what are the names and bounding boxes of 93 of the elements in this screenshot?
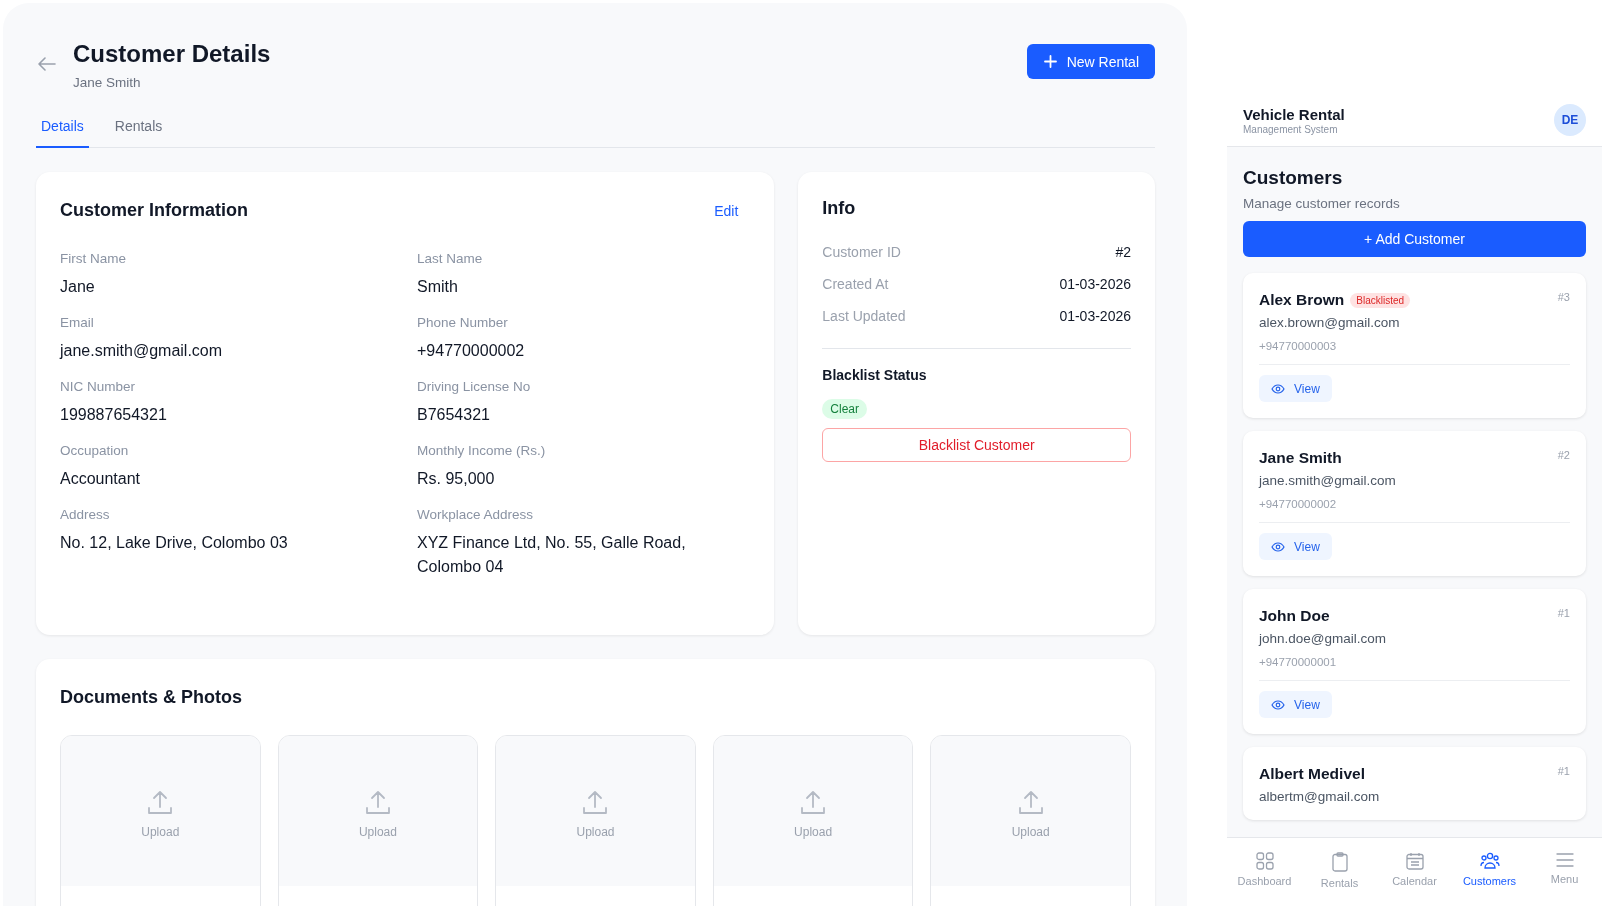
status-badge: Clear [822, 399, 867, 419]
user-avatar[interactable]: DE [1554, 104, 1586, 136]
blacklist-customer-button[interactable]: Blacklist Customer [822, 428, 1131, 462]
eye-icon [1271, 541, 1285, 552]
info-label: Created At [822, 275, 889, 294]
customer-phone: +94770000002 [1259, 498, 1338, 510]
upload-label: Upload [794, 825, 833, 839]
grid-icon [1255, 852, 1274, 870]
view-button[interactable]: View [1259, 375, 1332, 402]
field-value: Smith [417, 277, 459, 297]
upload-icon [581, 789, 610, 817]
field-value: Jane [60, 277, 96, 297]
customer-email: albertm@gmail.com [1259, 789, 1381, 804]
upload-icon [146, 789, 175, 817]
app-subtitle: Management System [1243, 123, 1339, 135]
upload-label: Upload [141, 825, 180, 839]
nav-item[interactable]: Calendar [1377, 838, 1452, 906]
info-label: Customer ID [822, 243, 901, 262]
back-arrow-icon[interactable] [38, 57, 56, 71]
eye-icon [1271, 699, 1285, 710]
plus-icon [1043, 55, 1057, 68]
upload-icon [1016, 789, 1045, 817]
nav-item[interactable]: Rentals [1302, 838, 1377, 906]
tab[interactable]: Details [36, 108, 89, 148]
upload-icon [363, 789, 392, 817]
upload-label: Upload [1011, 825, 1050, 839]
view-button[interactable]: View [1259, 533, 1332, 560]
page-subtitle: Manage customer records [1243, 196, 1401, 211]
new-rental-button[interactable]: New Rental [1026, 44, 1155, 79]
customer-name: John Doe [1259, 607, 1330, 625]
page-subtitle: Jane Smith [73, 75, 142, 90]
field-value: 199887654321 [60, 405, 168, 425]
info-value: 01-03-2026 [1059, 275, 1131, 294]
field-label: Address [60, 507, 111, 522]
field-value: XYZ Finance Ltd, No. 55, Galle Road, Colombo 04 [417, 533, 687, 577]
blacklisted-badge: Blacklisted [1350, 292, 1411, 308]
card-title: Customer Information [60, 200, 248, 221]
field-value: No. 12, Lake Drive, Colombo 03 [60, 533, 289, 553]
app-title: Vehicle Rental [1243, 105, 1345, 123]
page-title: Customers [1243, 167, 1344, 189]
upload-label: Upload [358, 825, 397, 839]
customer-name: Albert Medivel [1259, 765, 1365, 783]
customer-name: Jane Smith [1259, 449, 1342, 467]
field-label: Last Name [417, 251, 484, 266]
eye-icon [1271, 383, 1285, 394]
field-label: Phone Number [417, 315, 509, 330]
upload-tile[interactable]: Upload [277, 735, 479, 906]
clipboard-icon [1331, 852, 1348, 872]
users-icon [1479, 852, 1500, 870]
nav-item[interactable]: Customers [1452, 838, 1527, 906]
customer-id: #1 [1557, 765, 1570, 777]
view-button[interactable]: View [1259, 691, 1332, 718]
nav-item[interactable]: Menu [1527, 838, 1602, 906]
edit-link[interactable]: Edit [714, 202, 739, 219]
field-value: jane.smith@gmail.com [60, 341, 224, 361]
page-title: Customer Details [73, 39, 271, 69]
customer-id: #3 [1557, 291, 1570, 303]
upload-tile[interactable]: Upload [712, 735, 914, 906]
calendar-icon [1405, 852, 1424, 870]
customer-email: alex.brown@gmail.com [1259, 315, 1401, 330]
field-label: Email [60, 315, 95, 330]
customer-name: Alex Brown [1259, 291, 1345, 309]
upload-tile[interactable]: Upload [930, 735, 1131, 906]
customer-email: jane.smith@gmail.com [1259, 473, 1397, 488]
field-label: Workplace Address [417, 507, 535, 522]
upload-tile[interactable]: Upload [495, 735, 696, 906]
upload-tile[interactable]: Upload [60, 735, 261, 906]
field-label: Occupation [60, 443, 130, 458]
field-value: +94770000002 [417, 341, 526, 361]
customer-email: john.doe@gmail.com [1259, 631, 1388, 646]
field-label: Monthly Income (Rs.) [417, 443, 547, 458]
card-title: Info [822, 198, 857, 219]
field-value: Accountant [60, 469, 142, 489]
customer-id: #2 [1557, 449, 1570, 461]
info-label: Last Updated [822, 307, 906, 326]
customer-phone: +94770000001 [1259, 656, 1338, 668]
info-value: 01-03-2026 [1059, 307, 1131, 326]
card-title: Documents & Photos [60, 687, 243, 708]
blacklist-status-heading: Blacklist Status [822, 367, 928, 383]
field-label: First Name [60, 251, 127, 266]
customer-id: #1 [1557, 607, 1570, 619]
add-customer-button[interactable]: + Add Customer [1243, 221, 1586, 257]
field-label: NIC Number [60, 379, 136, 394]
menu-icon [1555, 852, 1574, 868]
upload-icon [799, 789, 828, 817]
upload-label: Upload [576, 825, 615, 839]
nav-item[interactable]: Dashboard [1227, 838, 1302, 906]
customer-phone: +94770000003 [1259, 340, 1338, 352]
tab[interactable]: Rentals [109, 108, 168, 148]
field-value: B7654321 [417, 405, 491, 425]
info-value: #2 [1115, 243, 1131, 262]
field-value: Rs. 95,000 [417, 469, 496, 489]
field-label: Driving License No [417, 379, 532, 394]
